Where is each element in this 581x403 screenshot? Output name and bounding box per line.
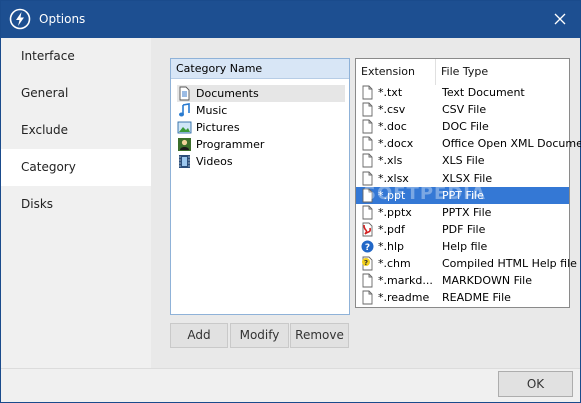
file-extension: *.pdf [378, 222, 405, 236]
sidebar-item-disks[interactable]: Disks [1, 186, 151, 223]
file-type-name: Help file [442, 239, 488, 253]
sidebar-item-general[interactable]: General [1, 75, 151, 112]
sidebar-item-exclude[interactable]: Exclude [1, 112, 151, 149]
svg-text:?: ? [364, 259, 368, 267]
file-type-name: PPTX File [442, 205, 492, 219]
file-extension: *.markd... [378, 274, 433, 288]
programmer-icon [178, 138, 191, 151]
file-type-row[interactable]: *.markd... MARKDOWN File [356, 272, 569, 289]
file-icon [362, 136, 373, 151]
file-icon [362, 153, 373, 168]
help-icon: ? [361, 240, 374, 253]
remove-button[interactable]: Remove [290, 323, 349, 348]
category-item-pictures[interactable]: Pictures [177, 119, 345, 136]
file-extension: *.doc [378, 120, 407, 134]
file-extension: *.csv [378, 103, 406, 117]
file-type-row[interactable]: ? *.hlp Help file [356, 238, 569, 255]
document-icon [179, 86, 190, 101]
file-extension: *.readme [378, 291, 430, 305]
title-bar[interactable]: Options [1, 1, 580, 38]
window-title: Options [39, 12, 86, 26]
category-item-programmer[interactable]: Programmer [177, 136, 345, 153]
file-type-row[interactable]: *.xls XLS File [356, 152, 569, 169]
column-header-file-type[interactable]: File Type [436, 59, 569, 85]
file-extension: *.pptx [378, 205, 412, 219]
file-type-row[interactable]: *.docx Office Open XML Documen [356, 135, 581, 152]
file-type-name: CSV File [442, 103, 487, 117]
file-type-row[interactable]: ? *.chm Compiled HTML Help file [356, 255, 577, 272]
file-icon [362, 119, 373, 134]
file-type-row[interactable]: *.txt Text Document [356, 84, 569, 101]
softpedia-watermark: SOFTPEDIA [363, 183, 486, 204]
category-item-music[interactable]: Music [177, 102, 345, 119]
file-icon [362, 273, 373, 288]
category-label: Videos [196, 155, 233, 168]
picture-icon [177, 121, 192, 134]
category-label: Programmer [196, 138, 265, 151]
file-icon [362, 102, 373, 117]
category-label: Pictures [196, 121, 240, 134]
category-list-header: Category Name [171, 59, 349, 79]
category-item-documents[interactable]: Documents [177, 85, 345, 102]
music-note-icon [179, 103, 190, 117]
file-extension: *.chm [378, 257, 411, 270]
file-icon [362, 85, 373, 100]
file-extension: *.hlp [378, 239, 405, 253]
file-type-row[interactable]: *.pdf PDF File [356, 221, 569, 238]
film-icon [179, 155, 190, 168]
file-type-row[interactable]: *.readme README File [356, 289, 569, 306]
file-icon [362, 205, 373, 220]
file-type-name: Compiled HTML Help file [442, 257, 577, 270]
category-label: Documents [196, 87, 259, 100]
column-header-extension[interactable]: Extension [356, 59, 436, 85]
file-type-name: MARKDOWN File [442, 274, 533, 288]
file-type-name: Office Open XML Documen [442, 137, 581, 151]
file-type-row[interactable]: *.pptx PPTX File [356, 204, 569, 221]
sidebar-item-category[interactable]: Category [1, 149, 151, 186]
file-type-name: XLS File [442, 154, 485, 168]
file-type-name: Text Document [442, 86, 525, 99]
category-label: Music [196, 104, 228, 117]
app-logo-icon [9, 8, 31, 30]
category-list[interactable]: Category Name Documents Music Pictures P… [170, 58, 350, 315]
file-type-name: README File [442, 291, 511, 305]
category-item-videos[interactable]: Videos [177, 153, 345, 170]
options-window: Options Interface General Exclude Catego… [0, 0, 581, 403]
file-type-name: PDF File [442, 222, 486, 236]
file-extension: *.txt [378, 86, 403, 99]
file-icon [362, 290, 373, 305]
svg-text:?: ? [365, 243, 370, 253]
ok-button[interactable]: OK [498, 371, 573, 397]
close-icon[interactable] [547, 7, 573, 31]
file-extension: *.docx [378, 137, 414, 151]
sidebar-item-interface[interactable]: Interface [1, 38, 151, 75]
chm-icon: ? [362, 256, 373, 271]
file-type-row[interactable]: *.csv CSV File [356, 101, 569, 118]
add-button[interactable]: Add [170, 323, 228, 348]
footer-bar [1, 368, 580, 402]
modify-button[interactable]: Modify [230, 323, 289, 348]
pdf-icon [362, 222, 373, 237]
file-type-name: DOC File [442, 120, 489, 134]
file-extension: *.xls [378, 154, 403, 168]
sidebar: Interface General Exclude Category Disks [1, 38, 151, 368]
file-type-row[interactable]: *.doc DOC File [356, 118, 569, 135]
